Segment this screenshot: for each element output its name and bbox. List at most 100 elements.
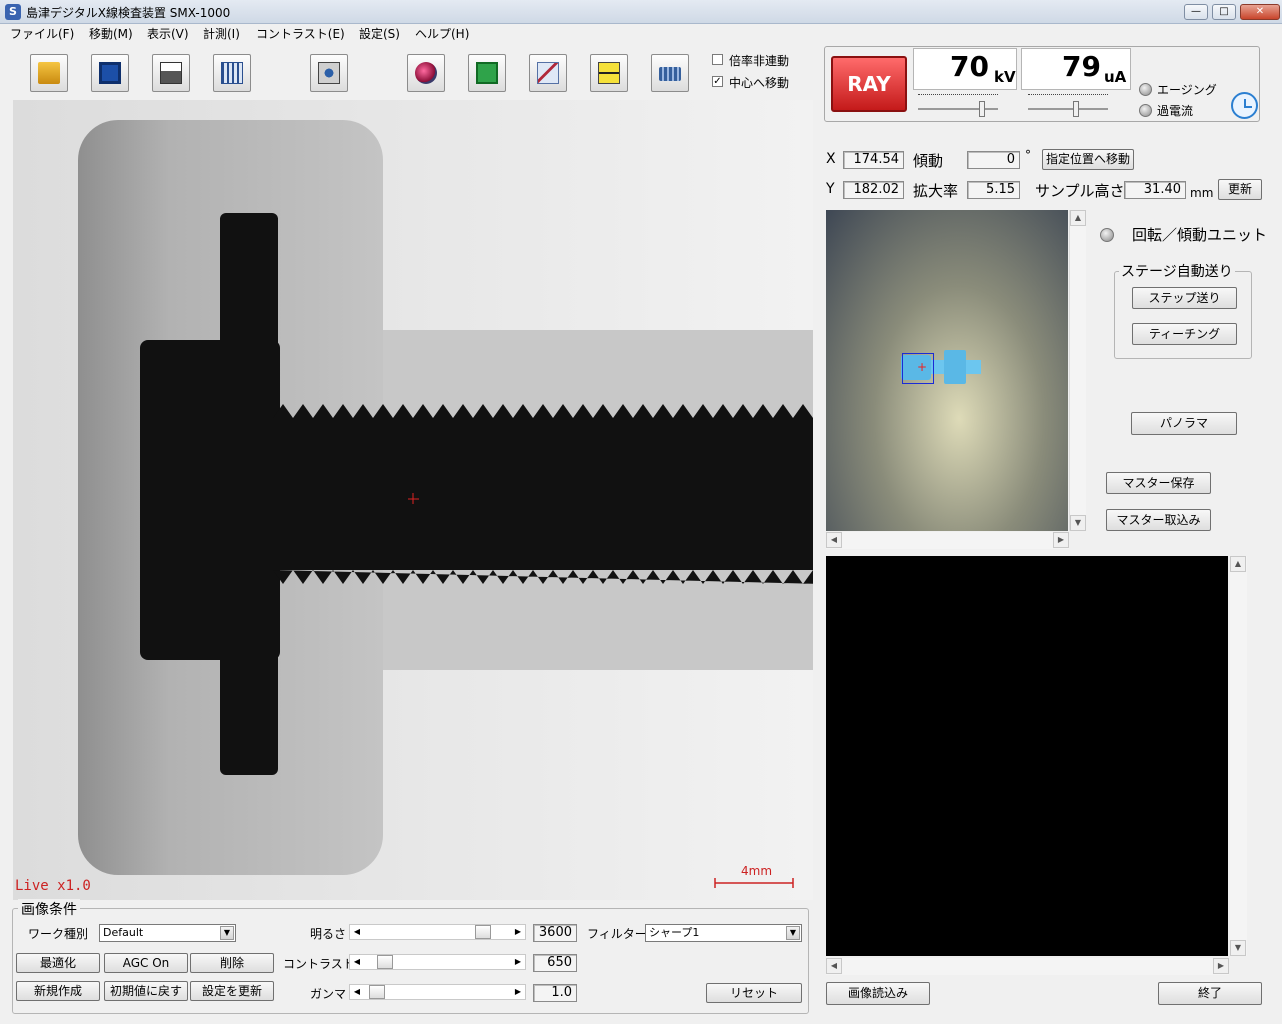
gamma-slider[interactable]: ◀ ▶ xyxy=(349,984,526,1000)
arrow-left-icon[interactable]: ◀ xyxy=(351,956,363,968)
green-gear-icon[interactable] xyxy=(468,54,506,92)
degree-symbol: ° xyxy=(1025,148,1031,162)
master-load-button[interactable]: マスター取込み xyxy=(1106,509,1211,531)
camera-vertical-scrollbar[interactable]: ▲ ▼ xyxy=(1069,210,1086,531)
rotation-unit-led xyxy=(1100,228,1114,242)
checkbox-center-move-label: 中心へ移動 xyxy=(729,76,790,90)
brightness-slider[interactable]: ◀ ▶ xyxy=(349,924,526,940)
camera-view[interactable]: + xyxy=(826,210,1068,531)
ua-slider-thumb[interactable] xyxy=(1073,101,1079,117)
move-to-position-button[interactable]: 指定位置へ移動 xyxy=(1042,149,1134,170)
grid-window-icon[interactable] xyxy=(213,54,251,92)
menu-file[interactable]: ファイル(F) xyxy=(10,25,74,42)
arrow-right-icon[interactable]: ▶ xyxy=(512,926,524,938)
save-icon[interactable] xyxy=(91,54,129,92)
filter-select[interactable]: シャープ1 ▼ xyxy=(645,924,802,942)
tilt-value[interactable]: 0 xyxy=(967,151,1020,169)
scroll-left-icon[interactable]: ◀ xyxy=(826,958,842,974)
reset-button[interactable]: リセット xyxy=(706,983,802,1003)
brightness-label: 明るさ xyxy=(310,927,347,941)
close-icon[interactable]: ✕ xyxy=(1240,4,1280,20)
sphere-icon[interactable] xyxy=(407,54,445,92)
delete-button[interactable]: 削除 xyxy=(190,953,274,973)
open-folder-icon[interactable] xyxy=(30,54,68,92)
clock-icon[interactable] xyxy=(1231,92,1258,119)
menu-bar xyxy=(0,24,1282,44)
ua-slider-track[interactable] xyxy=(1028,108,1108,110)
scroll-down-icon[interactable]: ▼ xyxy=(1230,940,1246,956)
brightness-thumb[interactable] xyxy=(475,925,492,939)
cable-icon[interactable] xyxy=(529,54,567,92)
load-image-button[interactable]: 画像読込み xyxy=(826,982,930,1005)
filter-value: シャープ1 xyxy=(649,926,700,939)
update-settings-button[interactable]: 設定を更新 xyxy=(190,981,274,1001)
master-save-button[interactable]: マスター保存 xyxy=(1106,472,1211,494)
gamma-thumb[interactable] xyxy=(369,985,386,999)
menu-settings[interactable]: 設定(S) xyxy=(359,25,400,42)
agc-button[interactable]: AGC On xyxy=(104,953,188,973)
brightness-value[interactable]: 3600 xyxy=(533,924,577,942)
contrast-slider[interactable]: ◀ ▶ xyxy=(349,954,526,970)
arrow-right-icon[interactable]: ▶ xyxy=(512,986,524,998)
live-status: Live x1.0 xyxy=(15,878,91,894)
exit-button[interactable]: 終了 xyxy=(1158,982,1262,1005)
preview-horizontal-scrollbar[interactable]: ◀ ▶ xyxy=(826,958,1229,975)
auto-feed-title: ステージ自動送り xyxy=(1119,261,1235,281)
preview-view[interactable] xyxy=(826,556,1228,956)
arrow-left-icon[interactable]: ◀ xyxy=(351,986,363,998)
xray-on-button[interactable]: RAY xyxy=(831,56,907,112)
scroll-right-icon[interactable]: ▶ xyxy=(1213,958,1229,974)
y-value[interactable]: 182.02 xyxy=(843,181,904,199)
scroll-up-icon[interactable]: ▲ xyxy=(1230,556,1246,572)
rotation-unit-label: 回転／傾動ユニット xyxy=(1132,226,1268,244)
keyboard-icon[interactable] xyxy=(651,54,689,92)
aging-label: エージング xyxy=(1157,83,1217,97)
print-icon[interactable] xyxy=(152,54,190,92)
arrow-right-icon[interactable]: ▶ xyxy=(512,956,524,968)
tilt-label: 傾動 xyxy=(913,152,944,170)
measure-arrow-icon[interactable] xyxy=(590,54,628,92)
minimize-icon[interactable]: — xyxy=(1184,4,1208,20)
scroll-right-icon[interactable]: ▶ xyxy=(1053,532,1069,548)
work-type-select[interactable]: Default ▼ xyxy=(99,924,236,942)
contrast-thumb[interactable] xyxy=(377,955,394,969)
maximize-icon[interactable]: □ xyxy=(1212,4,1236,20)
preview-vertical-scrollbar[interactable]: ▲ ▼ xyxy=(1230,556,1247,956)
scroll-down-icon[interactable]: ▼ xyxy=(1070,515,1086,531)
image-conditions-title: 画像条件 xyxy=(18,899,80,919)
contrast-value[interactable]: 650 xyxy=(533,954,577,972)
kv-slider-thumb[interactable] xyxy=(979,101,985,117)
menu-measure[interactable]: 計測(I) xyxy=(203,25,240,42)
menu-contrast[interactable]: コントラスト(E) xyxy=(256,25,345,42)
scroll-up-icon[interactable]: ▲ xyxy=(1070,210,1086,226)
optimize-button[interactable]: 最適化 xyxy=(16,953,100,973)
gamma-label: ガンマ xyxy=(310,987,347,1001)
scroll-left-icon[interactable]: ◀ xyxy=(826,532,842,548)
menu-view[interactable]: 表示(V) xyxy=(147,25,189,42)
camera-icon[interactable] xyxy=(310,54,348,92)
xray-image-view[interactable]: Live x1.0 4mm xyxy=(13,100,813,900)
magnification-value[interactable]: 5.15 xyxy=(967,181,1020,199)
reset-default-button[interactable]: 初期値に戻す xyxy=(104,981,188,1001)
new-button[interactable]: 新規作成 xyxy=(16,981,100,1001)
update-button[interactable]: 更新 xyxy=(1218,179,1262,200)
kv-unit: kV xyxy=(994,68,1016,86)
teaching-button[interactable]: ティーチング xyxy=(1132,323,1237,345)
sample-height-label: サンプル高さ xyxy=(1035,182,1125,200)
sample-height-value[interactable]: 31.40 xyxy=(1124,181,1186,199)
step-feed-button[interactable]: ステップ送り xyxy=(1132,287,1237,309)
checkbox-center-move[interactable]: ✓ xyxy=(712,76,723,87)
menu-help[interactable]: ヘルプ(H) xyxy=(415,25,469,42)
x-value[interactable]: 174.54 xyxy=(843,151,904,169)
filter-label: フィルター xyxy=(587,927,647,941)
mm-unit: mm xyxy=(1190,186,1214,200)
arrow-left-icon[interactable]: ◀ xyxy=(351,926,363,938)
panorama-button[interactable]: パノラマ xyxy=(1131,412,1237,435)
checkbox-magnification-unlink[interactable] xyxy=(712,54,723,65)
overcurrent-label: 過電流 xyxy=(1157,104,1194,118)
gamma-value[interactable]: 1.0 xyxy=(533,984,577,1002)
kv-slider-track[interactable] xyxy=(918,108,998,110)
camera-horizontal-scrollbar[interactable]: ◀ ▶ xyxy=(826,532,1069,549)
work-type-value: Default xyxy=(103,926,144,939)
menu-move[interactable]: 移動(M) xyxy=(89,25,133,42)
